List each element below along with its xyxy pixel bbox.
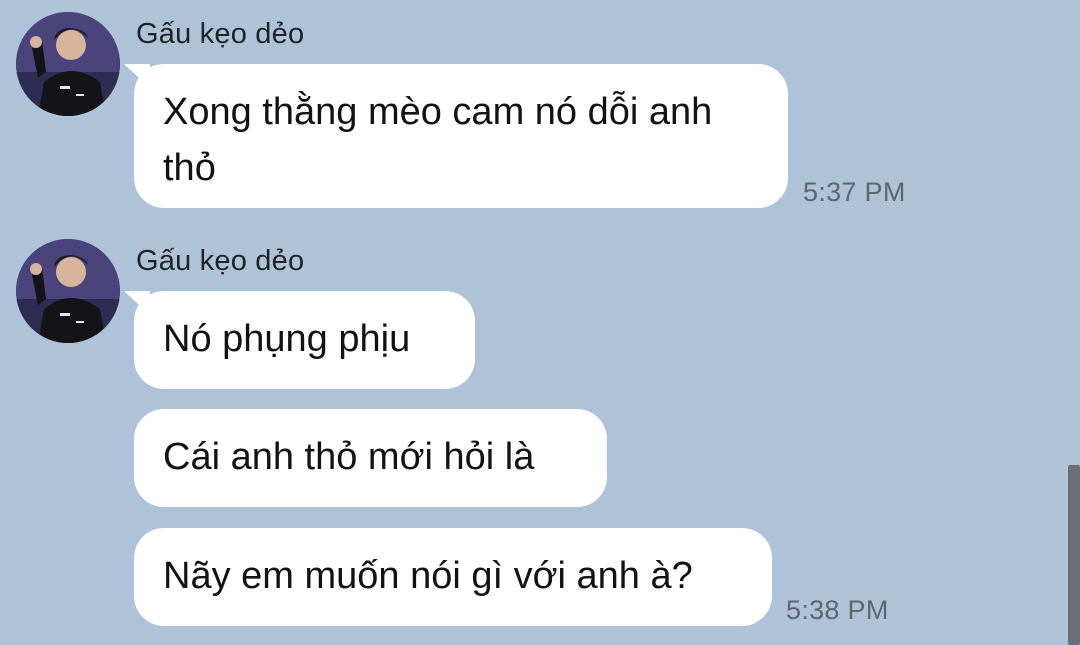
- message-text: Nãy em muốn nói gì với anh à?: [163, 555, 693, 597]
- message-bubble[interactable]: Xong thằng mèo cam nó dỗi anh thỏ: [134, 64, 788, 208]
- sender-name: Gấu kẹo dẻo: [136, 245, 305, 277]
- sender-name: Gấu kẹo dẻo: [136, 18, 305, 50]
- sender-avatar[interactable]: [16, 239, 120, 343]
- avatar-photo-icon: [16, 12, 120, 116]
- message-text: Xong thằng mèo cam nó dỗi anh thỏ: [163, 91, 713, 189]
- chat-view[interactable]: Gấu kẹo dẻo Xong thằng mèo cam nó dỗi an…: [0, 0, 1080, 645]
- message-timestamp: 5:37 PM: [803, 177, 906, 207]
- avatar-photo-icon: [16, 239, 120, 343]
- message-text: Cái anh thỏ mới hỏi là: [163, 436, 535, 478]
- message-bubble[interactable]: Nó phụng phịu: [134, 291, 475, 389]
- message-bubble[interactable]: Nãy em muốn nói gì với anh à?: [134, 528, 772, 626]
- scrollbar-thumb[interactable]: [1068, 465, 1080, 645]
- message-bubble[interactable]: Cái anh thỏ mới hỏi là: [134, 409, 607, 507]
- message-timestamp: 5:38 PM: [786, 595, 889, 625]
- sender-avatar[interactable]: [16, 12, 120, 116]
- message-text: Nó phụng phịu: [163, 318, 411, 360]
